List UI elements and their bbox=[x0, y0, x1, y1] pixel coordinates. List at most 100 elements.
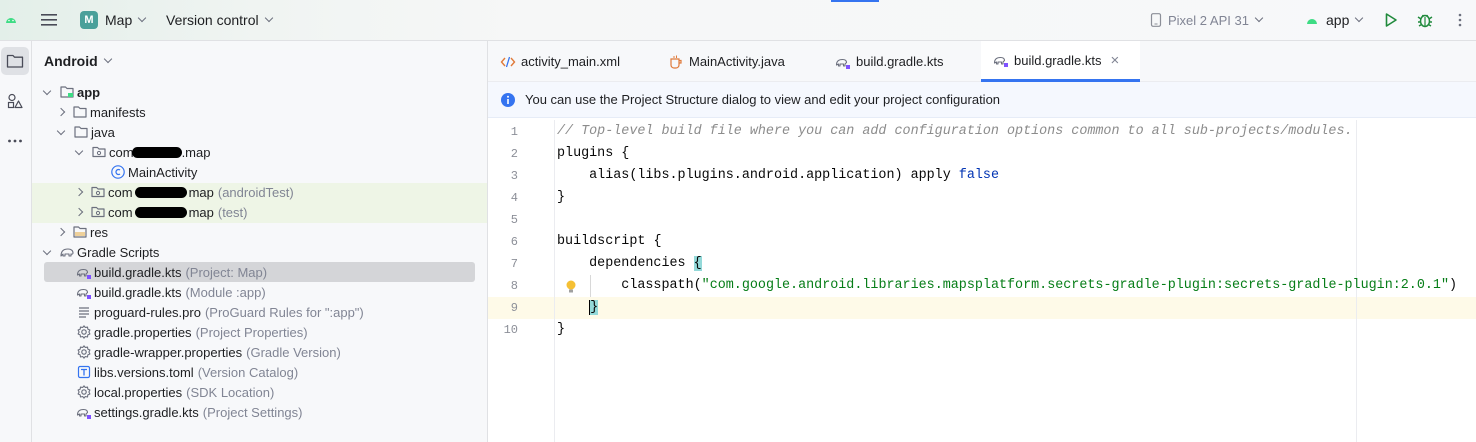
xml-file-icon bbox=[500, 56, 516, 67]
gradle-kts-file-icon bbox=[76, 404, 92, 420]
resource-manager-button[interactable] bbox=[1, 87, 29, 115]
tree-hint: (Version Catalog) bbox=[197, 364, 299, 380]
folder-icon bbox=[6, 54, 24, 68]
tab-build-gradle-kts-module[interactable]: build.gradle.kts bbox=[821, 41, 981, 82]
tree-label-suffix: map bbox=[188, 184, 214, 200]
run-config-selector[interactable]: app bbox=[1305, 0, 1364, 40]
tree-label: build.gradle.kts bbox=[94, 284, 182, 300]
vcs-menu[interactable]: Version control bbox=[166, 0, 273, 40]
code-line[interactable]: // Top-level build file where you can ad… bbox=[557, 121, 1353, 143]
chevron-down-icon bbox=[137, 13, 147, 23]
tree-row-settings-gradle[interactable]: settings.gradle.kts (Project Settings) bbox=[44, 402, 508, 422]
tree-row-mainactivity[interactable]: MainActivity bbox=[44, 162, 508, 182]
tree-row-gradle-properties[interactable]: gradle.properties (Project Properties) bbox=[44, 322, 508, 342]
vcs-label: Version control bbox=[166, 12, 259, 28]
code-token: alias(libs.plugins.android.application) … bbox=[557, 168, 959, 183]
line-number: 2 bbox=[510, 147, 518, 161]
tree-hint: (Module :app) bbox=[185, 284, 266, 300]
project-view-selector[interactable]: Android bbox=[44, 41, 112, 81]
phone-device-icon bbox=[1150, 13, 1162, 27]
tree-label: java bbox=[91, 124, 115, 140]
line-number: 3 bbox=[510, 169, 518, 183]
tree-hint: (ProGuard Rules for ":app") bbox=[204, 304, 364, 320]
tree-hint: (test) bbox=[217, 204, 248, 220]
code-line[interactable]: alias(libs.plugins.android.application) … bbox=[557, 165, 999, 187]
tree-row-build-gradle-module[interactable]: build.gradle.kts (Module :app) bbox=[44, 282, 508, 302]
line-number: 5 bbox=[510, 213, 518, 227]
main-menu-button[interactable] bbox=[40, 0, 60, 40]
more-horizontal-icon bbox=[8, 139, 22, 143]
java-class-icon bbox=[110, 164, 126, 180]
info-icon bbox=[501, 92, 515, 107]
close-icon[interactable]: × bbox=[1110, 52, 1119, 69]
project-switcher[interactable]: M Map bbox=[80, 0, 147, 40]
more-tools-button[interactable] bbox=[1, 127, 29, 155]
line-number: 7 bbox=[510, 257, 518, 271]
device-selector[interactable]: Pixel 2 API 31 bbox=[1150, 0, 1264, 40]
tree-row-proguard[interactable]: proguard-rules.pro (ProGuard Rules for "… bbox=[44, 302, 508, 322]
tree-label: app bbox=[77, 84, 101, 100]
tree-row-test[interactable]: com map (test) bbox=[44, 202, 508, 222]
code-line[interactable]: } bbox=[557, 319, 565, 341]
code-keyword: false bbox=[958, 168, 999, 183]
tree-row-android-test[interactable]: com map (androidTest) bbox=[44, 182, 508, 202]
settings-gear-icon bbox=[76, 344, 92, 360]
tree-label: proguard-rules.pro bbox=[94, 304, 201, 320]
tab-build-gradle-kts-project[interactable]: build.gradle.kts × bbox=[981, 41, 1140, 82]
line-number: 8 bbox=[510, 279, 518, 293]
code-line[interactable]: classpath("com.google.android.libraries.… bbox=[557, 275, 1457, 297]
tree-hint: (Project Settings) bbox=[202, 404, 303, 420]
editor-area: activity_main.xml MainActivity.java buil… bbox=[488, 41, 1476, 442]
hamburger-menu-icon bbox=[41, 14, 57, 26]
package-icon bbox=[90, 184, 106, 200]
tab-activity-main-xml[interactable]: activity_main.xml bbox=[488, 41, 654, 82]
more-actions-button[interactable] bbox=[1458, 0, 1462, 40]
tree-row-local-properties[interactable]: local.properties (SDK Location) bbox=[44, 382, 508, 402]
tree-label-prefix: com bbox=[109, 144, 134, 160]
line-number: 1 bbox=[510, 125, 518, 139]
code-token: { bbox=[621, 146, 630, 161]
device-name: Pixel 2 API 31 bbox=[1168, 12, 1249, 28]
tree-label-suffix: .map bbox=[181, 144, 211, 160]
tree-row-java[interactable]: java bbox=[44, 122, 508, 142]
run-button[interactable] bbox=[1383, 0, 1399, 40]
code-line[interactable]: } bbox=[557, 297, 599, 319]
line-number: 4 bbox=[510, 191, 518, 205]
project-name: Map bbox=[105, 12, 133, 28]
tree-hint: (Project Properties) bbox=[195, 324, 308, 340]
left-tool-stripe bbox=[0, 41, 32, 442]
tree-row-res[interactable]: res bbox=[44, 222, 508, 242]
project-tool-button[interactable] bbox=[1, 47, 29, 75]
android-logo-icon bbox=[6, 18, 16, 23]
run-config-label: app bbox=[1326, 12, 1350, 28]
tree-row-libs-versions[interactable]: libs.versions.toml (Version Catalog) bbox=[44, 362, 508, 382]
tree-row-manifests[interactable]: manifests bbox=[44, 102, 508, 122]
tree-row-gradle-scripts[interactable]: Gradle Scripts bbox=[42, 242, 508, 262]
tree-label-prefix: com bbox=[108, 184, 133, 200]
debug-bug-icon bbox=[1417, 14, 1433, 28]
debug-button[interactable] bbox=[1416, 0, 1434, 40]
tree-row-package[interactable]: com .map bbox=[44, 142, 508, 162]
chevron-down-icon bbox=[1254, 13, 1264, 23]
info-notification-banner: You can use the Project Structure dialog… bbox=[488, 82, 1476, 118]
tree-label: res bbox=[90, 224, 109, 240]
line-number-gutter: 1 2 3 4 5 6 7 8 9 10 bbox=[488, 120, 576, 442]
code-token: ) bbox=[1448, 278, 1458, 293]
tab-mainactivity-java[interactable]: MainActivity.java bbox=[654, 41, 821, 82]
tree-row-gradle-wrapper[interactable]: gradle-wrapper.properties (Gradle Versio… bbox=[44, 342, 508, 362]
tree-hint: (androidTest) bbox=[217, 184, 294, 200]
tree-row-build-gradle-project[interactable]: build.gradle.kts (Project: Map) bbox=[44, 262, 508, 282]
code-token: { bbox=[653, 234, 662, 249]
tree-row-app[interactable]: app bbox=[42, 82, 508, 102]
code-line[interactable]: dependencies { bbox=[557, 253, 702, 275]
code-line[interactable]: } bbox=[557, 187, 565, 209]
project-badge: M bbox=[80, 11, 98, 29]
code-line[interactable]: plugins { bbox=[557, 143, 629, 165]
java-file-icon bbox=[670, 55, 682, 69]
project-tool-window: Android app manifests java com .map Main… bbox=[32, 41, 488, 442]
tree-label: gradle-wrapper.properties bbox=[94, 344, 243, 360]
tree-hint: (Project: Map) bbox=[185, 264, 268, 280]
tab-label: build.gradle.kts bbox=[1014, 52, 1102, 68]
code-line[interactable]: buildscript { bbox=[557, 231, 661, 253]
android-config-icon bbox=[1307, 19, 1317, 24]
